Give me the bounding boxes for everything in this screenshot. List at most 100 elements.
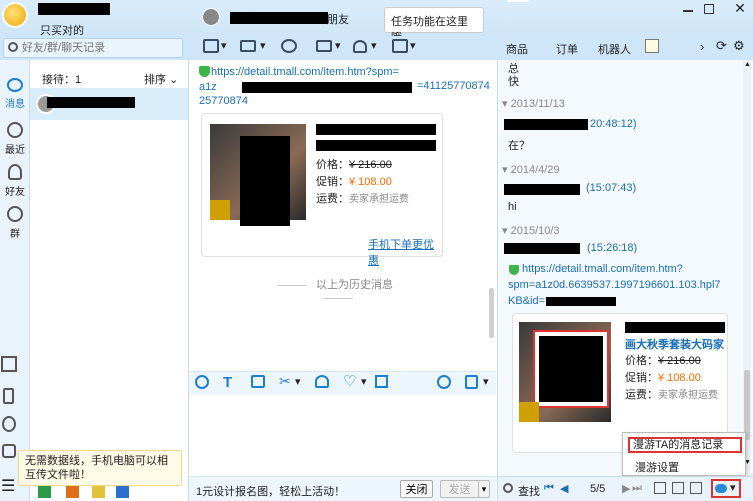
file-transfer-tip[interactable]: 无需数据线，手机电脑可以相互传文件啦！ — [18, 450, 182, 486]
export-icon[interactable] — [690, 482, 702, 494]
alarm-icon[interactable] — [353, 40, 367, 53]
title-bar: 只买对的 朋友 任务功能在这里哦 ✕ — [0, 0, 753, 44]
prev-page-icon[interactable]: ◀ — [560, 482, 568, 495]
heart-icon[interactable]: ♡ — [343, 372, 356, 390]
task-add-icon[interactable] — [392, 39, 408, 53]
message-input[interactable] — [189, 396, 496, 476]
history-panel: 总 快 ▾ 2013/11/13 20:48:12) 在？ ▾ 2014/4/2… — [497, 60, 753, 501]
video-call-icon[interactable] — [240, 40, 256, 52]
minimize-icon[interactable] — [683, 10, 693, 12]
notepad-icon[interactable] — [645, 39, 659, 53]
chevron-down-icon[interactable]: ▾ — [295, 375, 301, 388]
chevron-down-icon[interactable]: ▾ — [260, 39, 266, 52]
chevron-down-icon[interactable]: ▾ — [221, 39, 227, 52]
search-input[interactable] — [22, 40, 172, 56]
screen-share-icon[interactable] — [316, 40, 332, 52]
emoji-icon[interactable] — [195, 375, 209, 389]
settings-gear-icon[interactable]: ⚙ — [733, 38, 745, 54]
nav-item-message[interactable]: 消息 — [0, 78, 30, 110]
nav-item-recent[interactable]: 最近 — [0, 122, 30, 156]
history-date-text: 2014/4/29 — [510, 164, 560, 176]
history-product-link-3[interactable]: KB&id= — [508, 295, 545, 307]
emoji-library-icon[interactable] — [437, 375, 451, 389]
link-tail[interactable]: =41125770874 — [417, 80, 490, 92]
contact-settings-icon[interactable] — [2, 416, 16, 432]
send-button[interactable]: 发送 — [440, 480, 478, 498]
chevron-down-icon[interactable]: ▾ — [483, 375, 489, 388]
transfer-file-icon[interactable] — [203, 39, 219, 53]
gift-icon[interactable] — [375, 375, 388, 388]
calendar-icon[interactable] — [654, 482, 666, 494]
image-icon[interactable] — [251, 375, 265, 388]
close-icon[interactable]: ✕ — [728, 0, 752, 16]
page-indicator: 5/5 — [590, 483, 606, 495]
group-icon — [7, 206, 23, 222]
message-history-icon[interactable] — [465, 375, 478, 389]
session-list: 接待：1 排序 ⌄ — [30, 60, 189, 501]
history-message: 在？ — [508, 140, 530, 152]
sender-redacted — [504, 119, 588, 130]
sort-button[interactable]: 排序 ⌄ — [144, 71, 178, 87]
history-product-link-2[interactable]: spm=a1z0d.6639537.1997196601.103.hpl7 — [508, 279, 721, 291]
scissors-icon[interactable]: ✂ — [279, 373, 291, 390]
app-icon[interactable] — [116, 486, 129, 498]
tab-product[interactable]: 商品 — [506, 41, 528, 57]
send-options-button[interactable]: ▾ — [478, 480, 490, 498]
apps-grid-icon[interactable] — [1, 356, 17, 372]
product-card[interactable]: 价格：¥ 216.00 促销：¥ 108.00 运费：卖家承担运费 手机下单更优… — [201, 113, 443, 267]
history-product-link[interactable]: https://detail.tmall.com/item.htm? — [522, 263, 683, 275]
next-page-icon[interactable]: ▶ — [622, 482, 630, 495]
chat-footer: 1元设计报名图，轻松上活动！ 关闭 发送 ▾ — [189, 476, 496, 501]
maximize-icon[interactable] — [704, 4, 714, 14]
chevron-down-icon[interactable]: ▾ — [361, 375, 367, 388]
tab-robot[interactable]: 机器人 — [598, 41, 631, 57]
chat-phone-icon[interactable] — [2, 444, 16, 458]
message-icon — [7, 78, 23, 92]
collapse-arrow-icon[interactable]: ▾ — [502, 98, 508, 110]
history-divider-text: 以上为历史消息 — [316, 279, 394, 291]
card-title-line: 画大秋季套装大码家 — [625, 339, 724, 351]
search-icon[interactable] — [503, 483, 513, 493]
mobile-order-link[interactable]: 手机下单更优惠 — [368, 236, 442, 268]
search-box[interactable] — [3, 38, 183, 58]
menu-icon[interactable]: ☰ — [1, 476, 15, 496]
history-scrollbar[interactable]: ▲ ▼ — [743, 60, 751, 470]
shield-icon — [509, 265, 519, 275]
roaming-menu-button[interactable]: ▾ — [711, 479, 741, 498]
session-item[interactable] — [30, 88, 188, 120]
menu-item-roam-history[interactable]: 漫游TA的消息记录 — [628, 437, 742, 453]
image-viewer-icon[interactable] — [672, 482, 684, 494]
bell-icon[interactable] — [315, 375, 329, 388]
nav-label-group: 群 — [10, 229, 20, 240]
price-value: ¥ 216.00 — [658, 355, 701, 367]
phone-icon[interactable] — [3, 388, 14, 404]
app-icon[interactable] — [38, 486, 51, 498]
tab-order[interactable]: 订单 — [556, 41, 578, 57]
chevron-down-icon[interactable]: ▾ — [335, 39, 341, 52]
chat-bubble-icon[interactable] — [281, 39, 297, 53]
image-redacted — [240, 136, 290, 226]
app-icon[interactable] — [92, 486, 105, 498]
user-avatar[interactable] — [2, 2, 28, 28]
first-page-icon[interactable]: ⏮ — [544, 482, 554, 495]
chevron-down-icon[interactable]: ▾ — [371, 39, 377, 52]
app-icon[interactable] — [66, 486, 79, 498]
menu-item-roam-settings[interactable]: 漫游设置 — [635, 459, 679, 475]
link-tail-2[interactable]: 25770874 — [199, 95, 248, 107]
chevron-right-icon[interactable]: › — [700, 39, 704, 54]
chevron-down-icon[interactable]: ▾ — [410, 39, 416, 52]
close-button[interactable]: 关闭 — [400, 480, 433, 498]
font-icon[interactable]: T — [223, 374, 232, 391]
nav-item-friends[interactable]: 好友 — [0, 164, 30, 198]
find-label[interactable]: 查找 — [518, 483, 540, 499]
refresh-icon[interactable]: ⟳ — [716, 38, 727, 54]
collapse-arrow-icon[interactable]: ▾ — [502, 225, 508, 237]
nav-item-group[interactable]: 群 — [0, 206, 30, 240]
last-page-icon[interactable]: ⏭ — [632, 482, 642, 495]
contact-avatar[interactable] — [202, 8, 220, 26]
nav-label-recent: 最近 — [5, 145, 25, 156]
footer-ad[interactable]: 1元设计报名图，轻松上活动！ — [196, 483, 345, 499]
collapse-arrow-icon[interactable]: ▾ — [502, 164, 508, 176]
chat-scrollbar[interactable] — [489, 60, 494, 370]
task-tooltip: 任务功能在这里哦 — [384, 7, 484, 44]
